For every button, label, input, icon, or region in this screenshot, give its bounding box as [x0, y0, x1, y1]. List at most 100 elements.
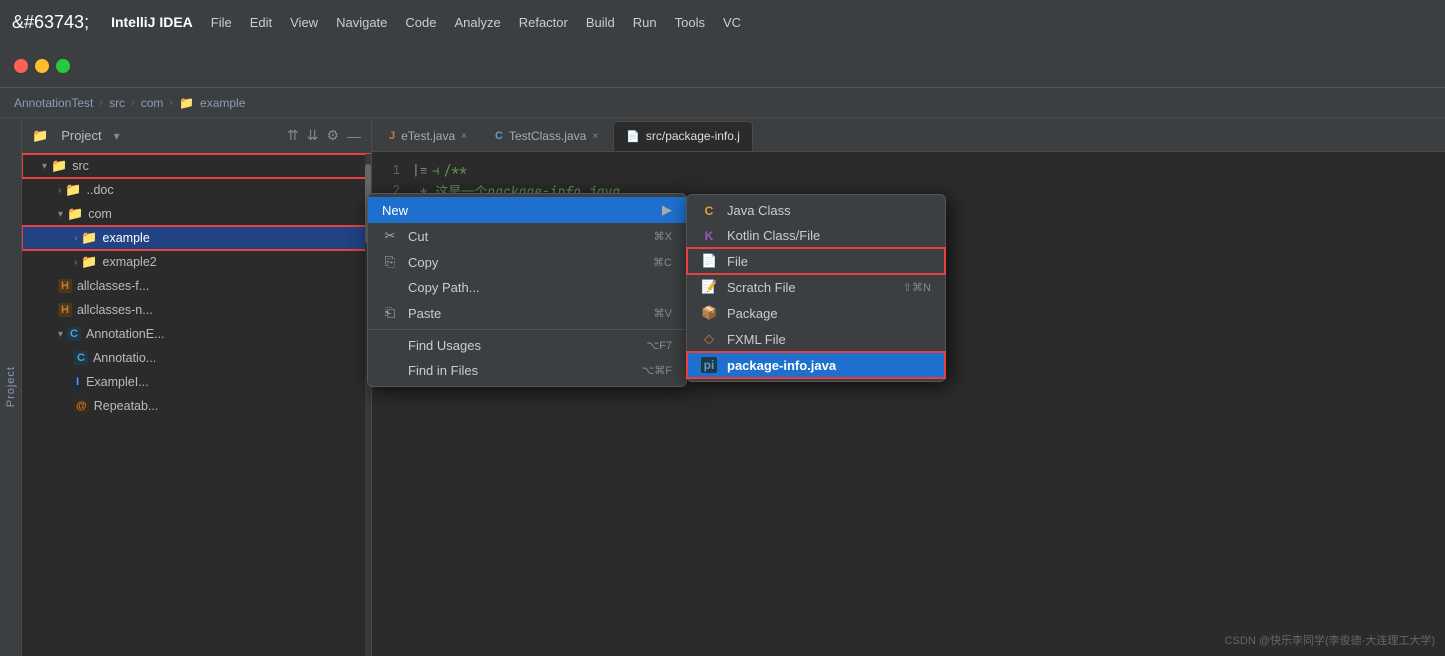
file-tree-title: Project	[61, 128, 101, 143]
ctx-paste[interactable]: ⎗ Paste ⌘V	[368, 300, 686, 326]
sub-scratch[interactable]: 📝 Scratch File ⇧⌘N	[687, 274, 945, 300]
ctx-find-in-files-shortcut: ⌥⌘F	[642, 364, 672, 377]
menu-tools[interactable]: Tools	[675, 15, 705, 30]
src-chevron: ▾	[42, 161, 47, 172]
tab-etest-close[interactable]: ×	[461, 131, 467, 142]
menu-edit[interactable]: Edit	[250, 15, 272, 30]
close-panel-icon[interactable]: —	[347, 128, 361, 144]
sub-file-label: File	[727, 254, 748, 269]
com-folder-icon: 📁	[67, 206, 83, 222]
sub-scratch-shortcut: ⇧⌘N	[903, 281, 931, 294]
settings-icon[interactable]: ⚙	[326, 127, 339, 144]
breadcrumb-sep-2: ›	[131, 97, 135, 109]
tree-exmaple2[interactable]: › 📁 exmaple2	[22, 250, 371, 274]
project-tab-label: Project	[5, 366, 17, 407]
main-layout: Project 📁 Project ▾ ⇈ ⇊ ⚙ — ▾ 📁 src › 📁 …	[0, 118, 1445, 656]
maximize-button[interactable]	[56, 59, 70, 73]
tab-pkginfo[interactable]: 📄 src/package-info.j	[613, 121, 753, 151]
breadcrumb-com[interactable]: com	[141, 96, 164, 110]
tab-testclass-close[interactable]: ×	[592, 131, 598, 142]
editor-tabs: J eTest.java × C TestClass.java × 📄 src/…	[372, 118, 1445, 152]
menu-code[interactable]: Code	[405, 15, 436, 30]
sub-package-info[interactable]: pi package-info.java	[687, 352, 945, 378]
examplei-icon: I	[74, 375, 81, 389]
breadcrumb: AnnotationTest › src › com › 📁 example	[0, 88, 1445, 118]
project-dropdown-icon[interactable]: ▾	[114, 129, 120, 143]
ctx-copy-shortcut: ⌘C	[653, 256, 672, 269]
menu-run[interactable]: Run	[633, 15, 657, 30]
annotatione-label: AnnotationE...	[86, 327, 165, 341]
breadcrumb-example[interactable]: example	[200, 96, 245, 110]
file-tree-panel: 📁 Project ▾ ⇈ ⇊ ⚙ — ▾ 📁 src › 📁 ..doc ▾ …	[22, 118, 372, 656]
exmaple2-label: exmaple2	[103, 255, 157, 269]
menu-analyze[interactable]: Analyze	[454, 15, 500, 30]
ctx-copy-label: Copy	[408, 255, 633, 270]
sub-package-label: Package	[727, 306, 778, 321]
minimize-button[interactable]	[35, 59, 49, 73]
tree-com[interactable]: ▾ 📁 com	[22, 202, 371, 226]
tree-annotatione[interactable]: ▾ C AnnotationE...	[22, 322, 371, 346]
cut-icon: ✂	[382, 228, 398, 244]
menu-vc[interactable]: VC	[723, 15, 741, 30]
ctx-cut-label: Cut	[408, 229, 634, 244]
tree-src[interactable]: ▾ 📁 src	[22, 154, 371, 178]
breadcrumb-sep-3: ›	[169, 97, 173, 109]
tree-doc[interactable]: › 📁 ..doc	[22, 178, 371, 202]
expand-icon[interactable]: ⇊	[307, 127, 319, 144]
ctx-find-usages[interactable]: Find Usages ⌥F7	[368, 333, 686, 358]
project-sidebar-tab[interactable]: Project	[0, 118, 22, 656]
line-pipe-1: |≡	[412, 162, 428, 179]
menu-navigate[interactable]: Navigate	[336, 15, 387, 30]
sub-fxml[interactable]: ◇ FXML File	[687, 326, 945, 352]
tab-testclass-label: TestClass.java	[509, 129, 586, 143]
repeatab-label: Repeatab...	[94, 399, 159, 413]
examplei-label: ExampleI...	[86, 375, 149, 389]
breadcrumb-project[interactable]: AnnotationTest	[14, 96, 93, 110]
apple-menu[interactable]: &#63743;	[12, 12, 89, 33]
example-label: example	[103, 231, 150, 245]
ctx-new[interactable]: New ▶ C Java Class K Kotlin Class/File 📄…	[368, 197, 686, 223]
traffic-lights	[14, 59, 70, 73]
file-tree-header: 📁 Project ▾ ⇈ ⇊ ⚙ —	[22, 118, 371, 154]
kotlin-icon: K	[701, 229, 717, 243]
annotation-label: Annotatio...	[93, 351, 156, 365]
ctx-find-in-files-label: Find in Files	[408, 363, 622, 378]
code-line-1: 1 |≡ ⊣ /**	[372, 160, 1445, 180]
collapse-icon[interactable]: ⇈	[287, 127, 299, 144]
tab-pkginfo-label: src/package-info.j	[646, 129, 740, 143]
submenu: C Java Class K Kotlin Class/File 📄 File …	[686, 194, 946, 382]
tab-testclass[interactable]: C TestClass.java ×	[482, 121, 611, 151]
sub-kotlin[interactable]: K Kotlin Class/File	[687, 223, 945, 248]
breadcrumb-src[interactable]: src	[109, 96, 125, 110]
tree-repeatab[interactable]: @ Repeatab...	[22, 394, 371, 418]
tree-examplei[interactable]: I ExampleI...	[22, 370, 371, 394]
menu-file[interactable]: File	[211, 15, 232, 30]
close-button[interactable]	[14, 59, 28, 73]
header-icons: ⇈ ⇊ ⚙ —	[287, 127, 361, 144]
ctx-cut-shortcut: ⌘X	[654, 230, 672, 243]
ctx-find-in-files[interactable]: Find in Files ⌥⌘F	[368, 358, 686, 383]
ctx-copy-path[interactable]: Copy Path...	[368, 275, 686, 300]
window-bar	[0, 44, 1445, 88]
ctx-new-label: New	[382, 203, 654, 218]
tree-annotation[interactable]: C Annotatio...	[22, 346, 371, 370]
annotatione-chevron: ▾	[58, 329, 63, 340]
javadoc-start: /**	[444, 162, 467, 179]
menu-refactor[interactable]: Refactor	[519, 15, 568, 30]
javadoc-caret: ⊣	[432, 162, 440, 179]
ctx-cut[interactable]: ✂ Cut ⌘X	[368, 223, 686, 249]
java-class-icon: C	[701, 204, 717, 218]
sub-file[interactable]: 📄 File	[687, 248, 945, 274]
breadcrumb-folder-icon: 📁	[179, 96, 194, 110]
sub-package[interactable]: 📦 Package	[687, 300, 945, 326]
tree-allclasses-f[interactable]: H allclasses-f...	[22, 274, 371, 298]
tree-example[interactable]: › 📁 example	[22, 226, 371, 250]
ctx-copy[interactable]: ⎘ Copy ⌘C	[368, 249, 686, 275]
menu-view[interactable]: View	[290, 15, 318, 30]
tab-etest[interactable]: J eTest.java ×	[376, 121, 480, 151]
repeatab-icon: @	[74, 399, 89, 413]
tree-allclasses-n[interactable]: H allclasses-n...	[22, 298, 371, 322]
file-icon: 📄	[701, 253, 717, 269]
sub-java-class[interactable]: C Java Class	[687, 198, 945, 223]
menu-build[interactable]: Build	[586, 15, 615, 30]
